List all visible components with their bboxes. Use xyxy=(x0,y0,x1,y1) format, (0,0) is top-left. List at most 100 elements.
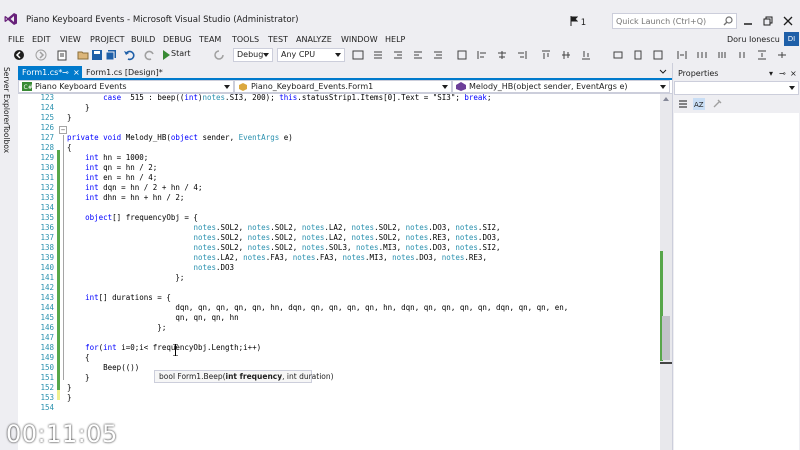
increase-spacing-icon[interactable] xyxy=(696,49,708,61)
save-all-icon[interactable] xyxy=(105,49,117,61)
code-line[interactable]: int hn = 1000; xyxy=(67,153,148,162)
menu-build[interactable]: BUILD xyxy=(131,35,155,44)
minimize-button[interactable] xyxy=(738,13,758,29)
code-line[interactable]: dqn, qn, qn, qn, qn, hn, dqn, qn, qn, qn… xyxy=(67,303,568,312)
code-line[interactable]: Beep(()) xyxy=(67,363,139,372)
toolbox-tab[interactable]: Toolbox xyxy=(2,125,11,153)
code-line[interactable]: } xyxy=(67,383,72,392)
redo-icon[interactable] xyxy=(144,49,156,61)
tab-overflow-dropdown-icon[interactable] xyxy=(658,67,668,77)
editor-vertical-scrollbar[interactable] xyxy=(660,94,672,450)
window-position-dropdown-icon[interactable]: ▾ xyxy=(769,69,773,78)
align-left-icon[interactable] xyxy=(476,49,488,61)
menu-test[interactable]: TEST xyxy=(268,35,288,44)
scroll-up-icon[interactable] xyxy=(663,97,669,101)
save-icon[interactable] xyxy=(91,49,103,61)
user-avatar[interactable]: DI xyxy=(784,32,799,46)
menu-team[interactable]: TEAM xyxy=(199,35,221,44)
server-explorer-tab[interactable]: Server Explorer xyxy=(2,67,11,125)
member-dropdown[interactable]: Melody_HB(object sender, EventArgs e) xyxy=(452,80,670,93)
menu-edit[interactable]: EDIT xyxy=(32,35,50,44)
code-line[interactable]: }; xyxy=(67,323,166,332)
code-line[interactable]: case 515 : beep((int)notes.SI3, 200); th… xyxy=(67,94,491,102)
notifications-button[interactable]: 1 xyxy=(570,15,586,28)
navigate-forward-icon[interactable] xyxy=(35,49,47,61)
quick-launch-input[interactable] xyxy=(613,14,718,28)
quick-launch[interactable] xyxy=(612,13,737,29)
menu-debug[interactable]: DEBUG xyxy=(163,35,192,44)
menu-analyze[interactable]: ANALYZE xyxy=(296,35,332,44)
code-line[interactable]: int dqn = hn / 2 + hn / 4; xyxy=(67,183,202,192)
menu-help[interactable]: HELP xyxy=(385,35,405,44)
undo-icon[interactable] xyxy=(123,49,135,61)
code-line[interactable]: } xyxy=(67,373,90,382)
outdent-icon[interactable] xyxy=(392,49,404,61)
menu-file[interactable]: FILE xyxy=(8,35,24,44)
categorized-icon[interactable] xyxy=(677,98,689,110)
menu-project[interactable]: PROJECT xyxy=(90,35,125,44)
comment-icon[interactable] xyxy=(432,49,444,61)
alphabetical-icon[interactable]: AZ xyxy=(693,98,705,110)
remove-spacing-icon[interactable] xyxy=(736,49,748,61)
code-line[interactable]: object[] frequencyObj = { xyxy=(67,213,198,222)
close-icon[interactable]: × xyxy=(73,66,80,80)
make-same-size-icon[interactable] xyxy=(652,49,664,61)
code-line[interactable]: int en = hn / 4; xyxy=(67,173,157,182)
align-right-icon[interactable] xyxy=(516,49,528,61)
find-icon[interactable] xyxy=(352,49,364,61)
collapse-method-icon[interactable]: − xyxy=(59,126,67,134)
code-line[interactable]: private void Melody_HB(object sender, Ev… xyxy=(67,133,293,142)
code-line[interactable]: int qn = hn / 2; xyxy=(67,163,157,172)
make-same-width-icon[interactable] xyxy=(612,49,624,61)
code-line[interactable]: notes.SOL2, notes.SOL2, notes.LA2, notes… xyxy=(67,233,500,242)
navigate-back-icon[interactable] xyxy=(13,49,25,61)
align-middle-icon[interactable] xyxy=(560,49,572,61)
property-pages-icon[interactable] xyxy=(711,98,723,110)
code-line[interactable]: for(int i=0;i< frequencyObj.Length;i++) xyxy=(67,343,261,352)
properties-object-select[interactable] xyxy=(674,81,799,95)
code-editor[interactable]: − bool Form1.Beep(int frequency, int dur… xyxy=(18,94,660,450)
code-line[interactable]: }; xyxy=(67,273,184,282)
code-line[interactable]: int dhn = hn + hn / 2; xyxy=(67,193,184,202)
code-line[interactable]: { xyxy=(67,353,90,362)
align-top-icon[interactable] xyxy=(540,49,552,61)
restore-button[interactable] xyxy=(758,13,778,29)
horizontal-spacing-icon[interactable] xyxy=(676,49,688,61)
tab-form1-cs[interactable]: Form1.cs* ⊸ × xyxy=(18,66,82,80)
signed-in-user[interactable]: Doru Ionescu xyxy=(727,35,780,44)
scrollbar-thumb[interactable] xyxy=(662,316,670,360)
bookmark-icon[interactable] xyxy=(456,49,468,61)
tab-form1-design[interactable]: Form1.cs [Design]* xyxy=(82,66,182,80)
property-grid[interactable] xyxy=(674,113,799,450)
code-line[interactable]: notes.SOL2, notes.SOL2, notes.LA2, notes… xyxy=(67,223,500,232)
solution-platform-select[interactable]: Any CPU xyxy=(277,48,345,62)
refresh-icon[interactable] xyxy=(213,49,225,61)
list-icon[interactable] xyxy=(372,49,384,61)
code-line[interactable]: qn, qn, qn, hn xyxy=(67,313,238,322)
align-center-icon[interactable] xyxy=(496,49,508,61)
new-project-icon[interactable] xyxy=(56,49,68,61)
menu-tools[interactable]: TOOLS xyxy=(232,35,259,44)
align-bottom-icon[interactable] xyxy=(580,49,592,61)
indent-icon[interactable] xyxy=(412,49,424,61)
code-line[interactable]: notes.SOL2, notes.SOL2, notes.SOL3, note… xyxy=(67,243,500,252)
code-line[interactable]: notes.LA2, notes.FA3, notes.FA3, notes.M… xyxy=(67,253,487,262)
project-dropdown[interactable]: C# Piano Keyboard Events xyxy=(18,80,234,93)
close-button[interactable] xyxy=(778,13,798,29)
decrease-spacing-icon[interactable] xyxy=(716,49,728,61)
code-line[interactable]: } xyxy=(67,393,72,402)
code-line[interactable]: notes.DO3 xyxy=(67,263,234,272)
code-line[interactable]: int[] durations = { xyxy=(67,293,171,302)
code-line[interactable]: } xyxy=(67,103,90,112)
code-line[interactable]: { xyxy=(67,143,72,152)
class-dropdown[interactable]: Piano_Keyboard_Events.Form1 xyxy=(234,80,452,93)
open-file-icon[interactable] xyxy=(77,49,89,61)
solution-configuration-select[interactable]: Debug xyxy=(233,48,273,62)
vertical-spacing-icon[interactable] xyxy=(756,49,768,61)
pin-icon[interactable]: ⊸ xyxy=(62,66,69,80)
close-icon[interactable]: × xyxy=(790,69,797,78)
center-horizontally-icon[interactable] xyxy=(776,49,788,61)
menu-window[interactable]: WINDOW xyxy=(341,35,378,44)
make-same-height-icon[interactable] xyxy=(632,49,644,61)
auto-hide-pin-icon[interactable]: ⊸ xyxy=(779,69,786,78)
